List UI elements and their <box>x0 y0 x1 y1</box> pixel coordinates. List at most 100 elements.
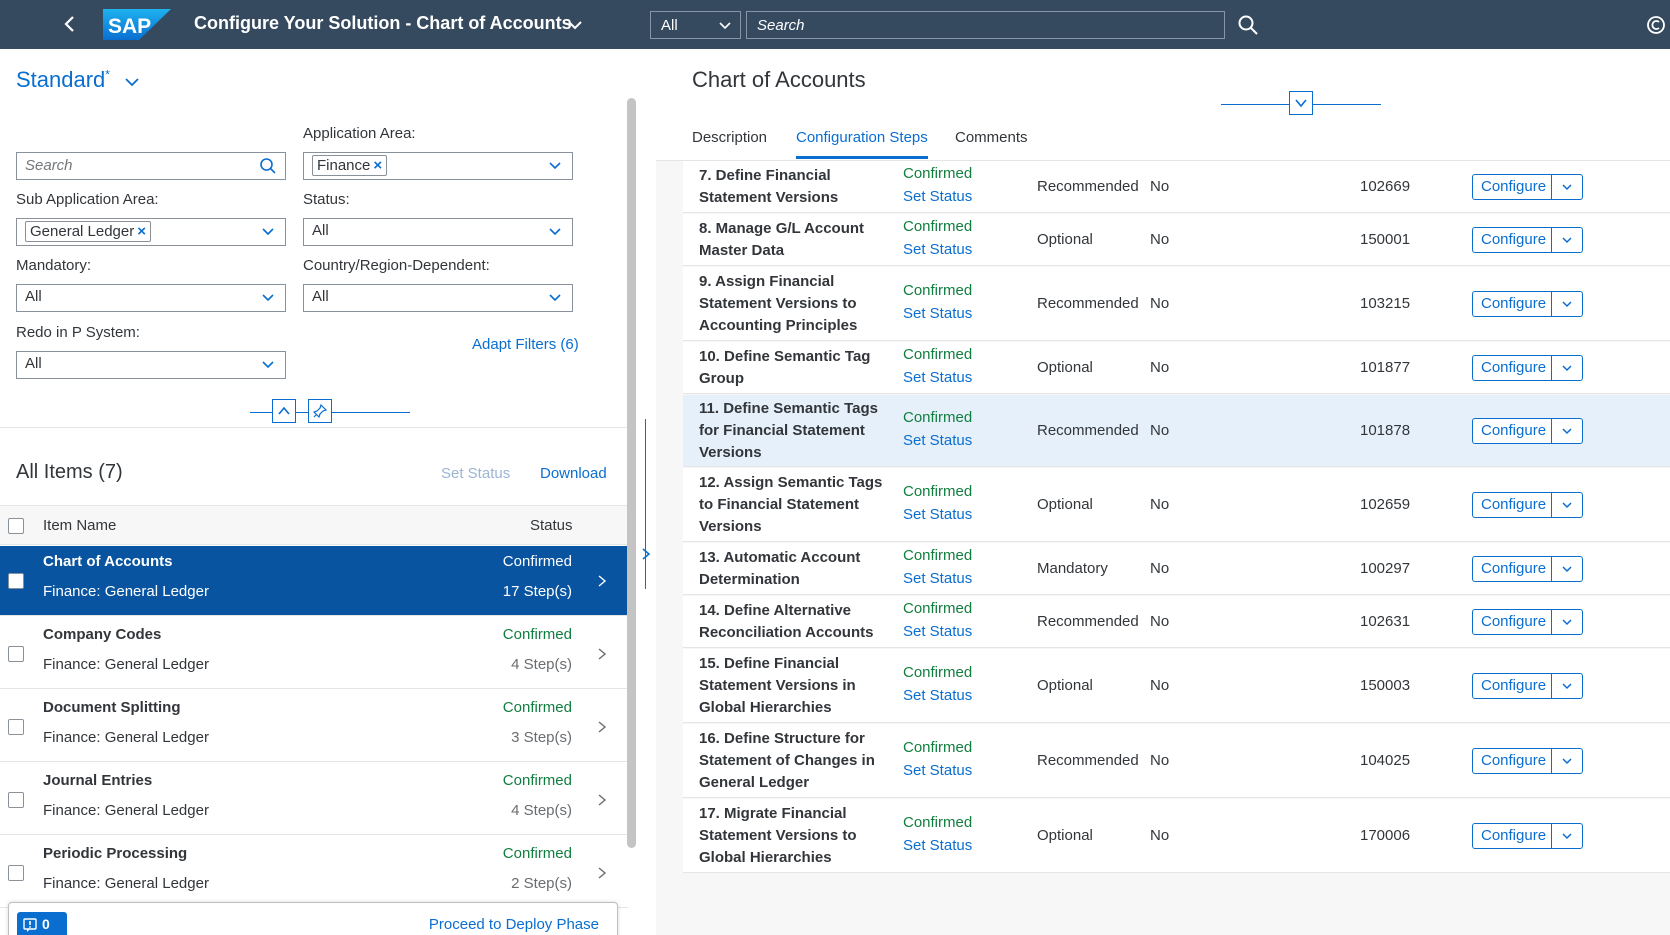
step-set-status-link[interactable]: Set Status <box>903 369 972 386</box>
sub-application-area-multicombo[interactable]: General Ledger × <box>16 218 286 246</box>
list-item[interactable]: Chart of Accounts Finance: General Ledger… <box>0 546 628 616</box>
table-row[interactable]: 7. Define Financial Statement Versions Co… <box>683 161 1670 213</box>
step-set-status-link[interactable]: Set Status <box>903 837 972 854</box>
search-icon[interactable] <box>259 157 277 175</box>
configure-button[interactable]: Configure <box>1472 556 1552 582</box>
token-remove-icon[interactable]: × <box>373 157 382 174</box>
list-item[interactable]: Journal Entries Finance: General Ledger Co… <box>0 765 628 835</box>
step-set-status-link[interactable]: Set Status <box>903 506 972 523</box>
table-row[interactable]: 10. Define Semantic Tag Group Confirmed Se… <box>683 342 1670 394</box>
select-all-checkbox[interactable] <box>8 518 24 534</box>
application-area-multicombo[interactable]: Finance × <box>303 152 573 180</box>
search-icon[interactable] <box>1236 13 1260 37</box>
item-step-count: 4 Step(s) <box>511 802 572 819</box>
tab-configuration-steps[interactable]: Configuration Steps <box>796 129 928 159</box>
configure-menu-button[interactable] <box>1551 174 1583 200</box>
configure-menu-button[interactable] <box>1551 673 1583 699</box>
configure-menu-button[interactable] <box>1551 355 1583 381</box>
table-row[interactable]: 17. Migrate Financial Statement Versions… <box>683 799 1670 873</box>
table-row[interactable]: 9. Assign Financial Statement Versions t… <box>683 267 1670 341</box>
table-row[interactable]: 13. Automatic Account Determination Confi… <box>683 543 1670 595</box>
chevron-down-icon <box>1562 428 1572 435</box>
table-row[interactable]: 11. Define Semantic Tags for Financial S… <box>683 395 1670 467</box>
row-checkbox[interactable] <box>8 719 24 735</box>
proceed-to-deploy-button[interactable]: Proceed to Deploy Phase <box>429 916 599 933</box>
step-set-status-link[interactable]: Set Status <box>903 241 972 258</box>
chevron-down-icon[interactable] <box>566 16 584 34</box>
list-item[interactable]: Periodic Processing Finance: General Ledg… <box>0 838 628 908</box>
tab-comments[interactable]: Comments <box>955 129 1028 156</box>
status-select[interactable]: All <box>303 218 573 246</box>
configure-menu-button[interactable] <box>1551 556 1583 582</box>
list-item[interactable]: Document Splitting Finance: General Ledge… <box>0 692 628 762</box>
configure-button[interactable]: Configure <box>1472 748 1552 774</box>
row-checkbox[interactable] <box>8 792 24 808</box>
shell-search-input[interactable] <box>746 11 1225 39</box>
chevron-down-icon[interactable] <box>124 74 140 90</box>
splitter-grip[interactable] <box>645 419 646 589</box>
row-checkbox[interactable] <box>8 573 24 589</box>
configure-menu-button[interactable] <box>1551 291 1583 317</box>
country-region-select[interactable]: All <box>303 284 573 312</box>
adapt-filters-link[interactable]: Adapt Filters (6) <box>472 336 579 353</box>
configure-button[interactable]: Configure <box>1472 609 1552 635</box>
configure-button[interactable]: Configure <box>1472 823 1552 849</box>
step-type: Optional <box>1037 827 1093 844</box>
configure-menu-button[interactable] <box>1551 823 1583 849</box>
configure-button[interactable]: Configure <box>1472 673 1552 699</box>
row-checkbox[interactable] <box>8 865 24 881</box>
step-name: 12. Assign Semantic Tags to Financial St… <box>699 474 883 535</box>
configure-button[interactable]: Configure <box>1472 355 1552 381</box>
step-set-status-link[interactable]: Set Status <box>903 432 972 449</box>
back-icon[interactable] <box>58 12 82 36</box>
collapse-header-button[interactable] <box>272 399 296 423</box>
app-title[interactable]: Configure Your Solution - Chart of Accou… <box>194 13 572 34</box>
configure-button[interactable]: Configure <box>1472 174 1552 200</box>
row-checkbox[interactable] <box>8 646 24 662</box>
table-row[interactable]: 16. Define Structure for Statement of Ch… <box>683 724 1670 798</box>
configure-menu-button[interactable] <box>1551 492 1583 518</box>
sap-logo[interactable]: SAP <box>103 9 171 40</box>
configure-button[interactable]: Configure <box>1472 492 1552 518</box>
chevron-down-icon[interactable] <box>548 159 562 173</box>
step-type: Recommended <box>1037 178 1139 195</box>
list-item[interactable]: Company Codes Finance: General Ledger Conf… <box>0 619 628 689</box>
step-set-status-link[interactable]: Set Status <box>903 762 972 779</box>
download-button[interactable]: Download <box>540 465 607 482</box>
chevron-right-icon[interactable] <box>639 547 653 561</box>
vertical-scrollbar[interactable] <box>627 98 636 848</box>
search-scope-select[interactable]: All <box>650 11 741 39</box>
configure-button[interactable]: Configure <box>1472 291 1552 317</box>
chevron-down-icon[interactable] <box>261 225 275 239</box>
tab-description[interactable]: Description <box>692 129 767 156</box>
table-row[interactable]: 14. Define Alternative Reconciliation Ac… <box>683 596 1670 648</box>
redo-select[interactable]: All <box>16 351 286 379</box>
mandatory-select[interactable]: All <box>16 284 286 312</box>
table-row[interactable]: 15. Define Financial Statement Versions … <box>683 649 1670 723</box>
pin-header-button[interactable] <box>308 399 332 423</box>
configure-menu-button[interactable] <box>1551 227 1583 253</box>
configure-menu-button[interactable] <box>1551 748 1583 774</box>
step-set-status-link[interactable]: Set Status <box>903 623 972 640</box>
filter-search-input[interactable]: Search <box>16 152 286 180</box>
configure-menu-button[interactable] <box>1551 609 1583 635</box>
copilot-icon[interactable] <box>1645 14 1667 36</box>
step-set-status-link[interactable]: Set Status <box>903 687 972 704</box>
step-set-status-link[interactable]: Set Status <box>903 570 972 587</box>
item-name: Periodic Processing <box>43 845 188 862</box>
step-set-status-link[interactable]: Set Status <box>903 188 972 205</box>
expand-header-button[interactable] <box>1289 91 1313 115</box>
configure-menu-button[interactable] <box>1551 418 1583 444</box>
set-status-button[interactable]: Set Status <box>441 465 510 482</box>
token-remove-icon[interactable]: × <box>137 223 146 240</box>
configure-button[interactable]: Configure <box>1472 418 1552 444</box>
messages-button[interactable]: 0 <box>17 912 67 935</box>
variant-selector[interactable]: Standard* <box>16 67 110 93</box>
table-row[interactable]: 12. Assign Semantic Tags to Financial St… <box>683 468 1670 542</box>
navigation-arrow-icon <box>598 721 607 733</box>
table-row[interactable]: 8. Manage G/L Account Master Data Confirm… <box>683 214 1670 266</box>
item-name: Company Codes <box>43 626 162 643</box>
pane-splitter[interactable] <box>636 49 656 935</box>
configure-button[interactable]: Configure <box>1472 227 1552 253</box>
step-set-status-link[interactable]: Set Status <box>903 305 972 322</box>
